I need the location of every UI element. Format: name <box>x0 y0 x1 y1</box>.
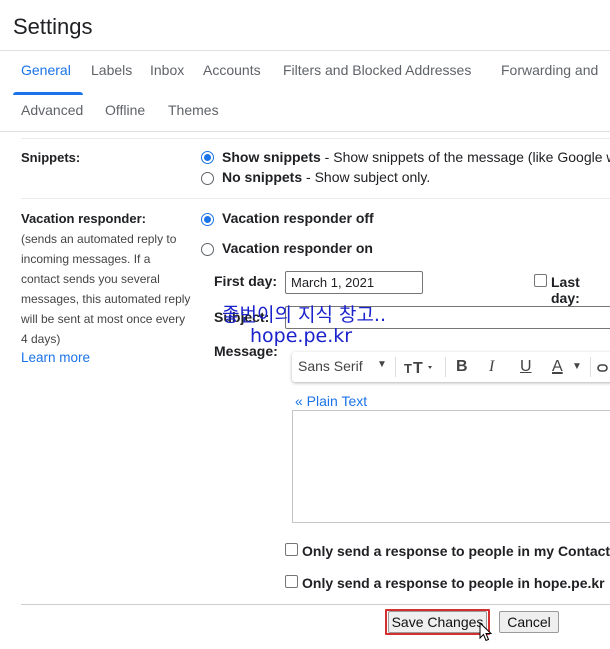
contacts-only-checkbox[interactable] <box>285 543 298 556</box>
active-tab-indicator <box>13 92 83 95</box>
tab-general[interactable]: General <box>21 62 71 78</box>
bold-button[interactable]: B <box>456 358 468 376</box>
domain-only-checkbox[interactable] <box>285 575 298 588</box>
contacts-only-label: Only send a response to people in my Con… <box>302 543 610 559</box>
tab-filters[interactable]: Filters and Blocked Addresses <box>283 62 471 78</box>
watermark-domain: hope.pe.kr <box>250 325 353 347</box>
snippets-label: Snippets: <box>21 150 81 165</box>
toolbar-divider <box>590 357 591 377</box>
svg-text:T: T <box>413 360 423 376</box>
message-editor[interactable] <box>292 410 610 523</box>
no-snippets-option: No snippets - Show subject only. <box>222 169 431 185</box>
tabs-divider <box>0 131 610 132</box>
page-title: Settings <box>13 14 93 39</box>
tab-accounts[interactable]: Accounts <box>203 62 261 78</box>
plain-text-link[interactable]: « Plain Text <box>295 393 367 409</box>
cancel-button[interactable]: Cancel <box>499 611 559 633</box>
watermark-text: 좋번이의 지식 창고.. <box>222 304 386 326</box>
tab-forwarding[interactable]: Forwarding and <box>501 62 598 78</box>
text-size-icon[interactable]: T T <box>404 358 436 381</box>
vacation-off-radio[interactable] <box>201 213 214 226</box>
tab-inbox[interactable]: Inbox <box>150 62 184 78</box>
last-day-checkbox[interactable] <box>534 274 547 287</box>
tab-themes[interactable]: Themes <box>168 102 219 118</box>
row-divider <box>21 138 610 139</box>
learn-more-link[interactable]: Learn more <box>21 350 90 365</box>
toolbar-divider <box>395 357 396 377</box>
italic-button[interactable]: I <box>489 358 494 376</box>
vacation-off-label: Vacation responder off <box>222 210 374 226</box>
vacation-on-label: Vacation responder on <box>222 240 373 256</box>
no-snippets-radio[interactable] <box>201 172 214 185</box>
show-snippets-option: Show snippets - Show snippets of the mes… <box>222 149 610 165</box>
link-icon[interactable] <box>597 361 610 379</box>
chevron-down-icon[interactable]: ▼ <box>377 359 387 370</box>
font-family-select[interactable]: Sans Serif <box>298 358 363 374</box>
save-button[interactable]: Save Changes <box>388 611 487 633</box>
last-day-label: Last day: <box>551 274 580 306</box>
tab-offline[interactable]: Offline <box>105 102 145 118</box>
first-day-label: First day: <box>214 273 278 289</box>
text-color-button[interactable]: A <box>552 358 563 376</box>
toolbar-divider <box>445 357 446 377</box>
row-divider <box>21 198 610 199</box>
tab-advanced[interactable]: Advanced <box>21 102 83 118</box>
header-divider <box>0 50 610 51</box>
chevron-down-icon[interactable]: ▼ <box>572 361 582 372</box>
underline-button[interactable]: U <box>520 358 532 376</box>
mouse-cursor-icon <box>479 621 493 647</box>
footer-divider <box>21 604 610 605</box>
show-snippets-radio[interactable] <box>201 151 214 164</box>
first-day-input[interactable] <box>285 271 423 294</box>
vacation-description: (sends an automated reply to incoming me… <box>21 232 191 346</box>
svg-text:T: T <box>404 361 412 376</box>
domain-only-label: Only send a response to people in hope.p… <box>302 575 605 591</box>
vacation-on-radio[interactable] <box>201 243 214 256</box>
vacation-responder-label: Vacation responder: <box>21 211 146 226</box>
tab-labels[interactable]: Labels <box>91 62 132 78</box>
